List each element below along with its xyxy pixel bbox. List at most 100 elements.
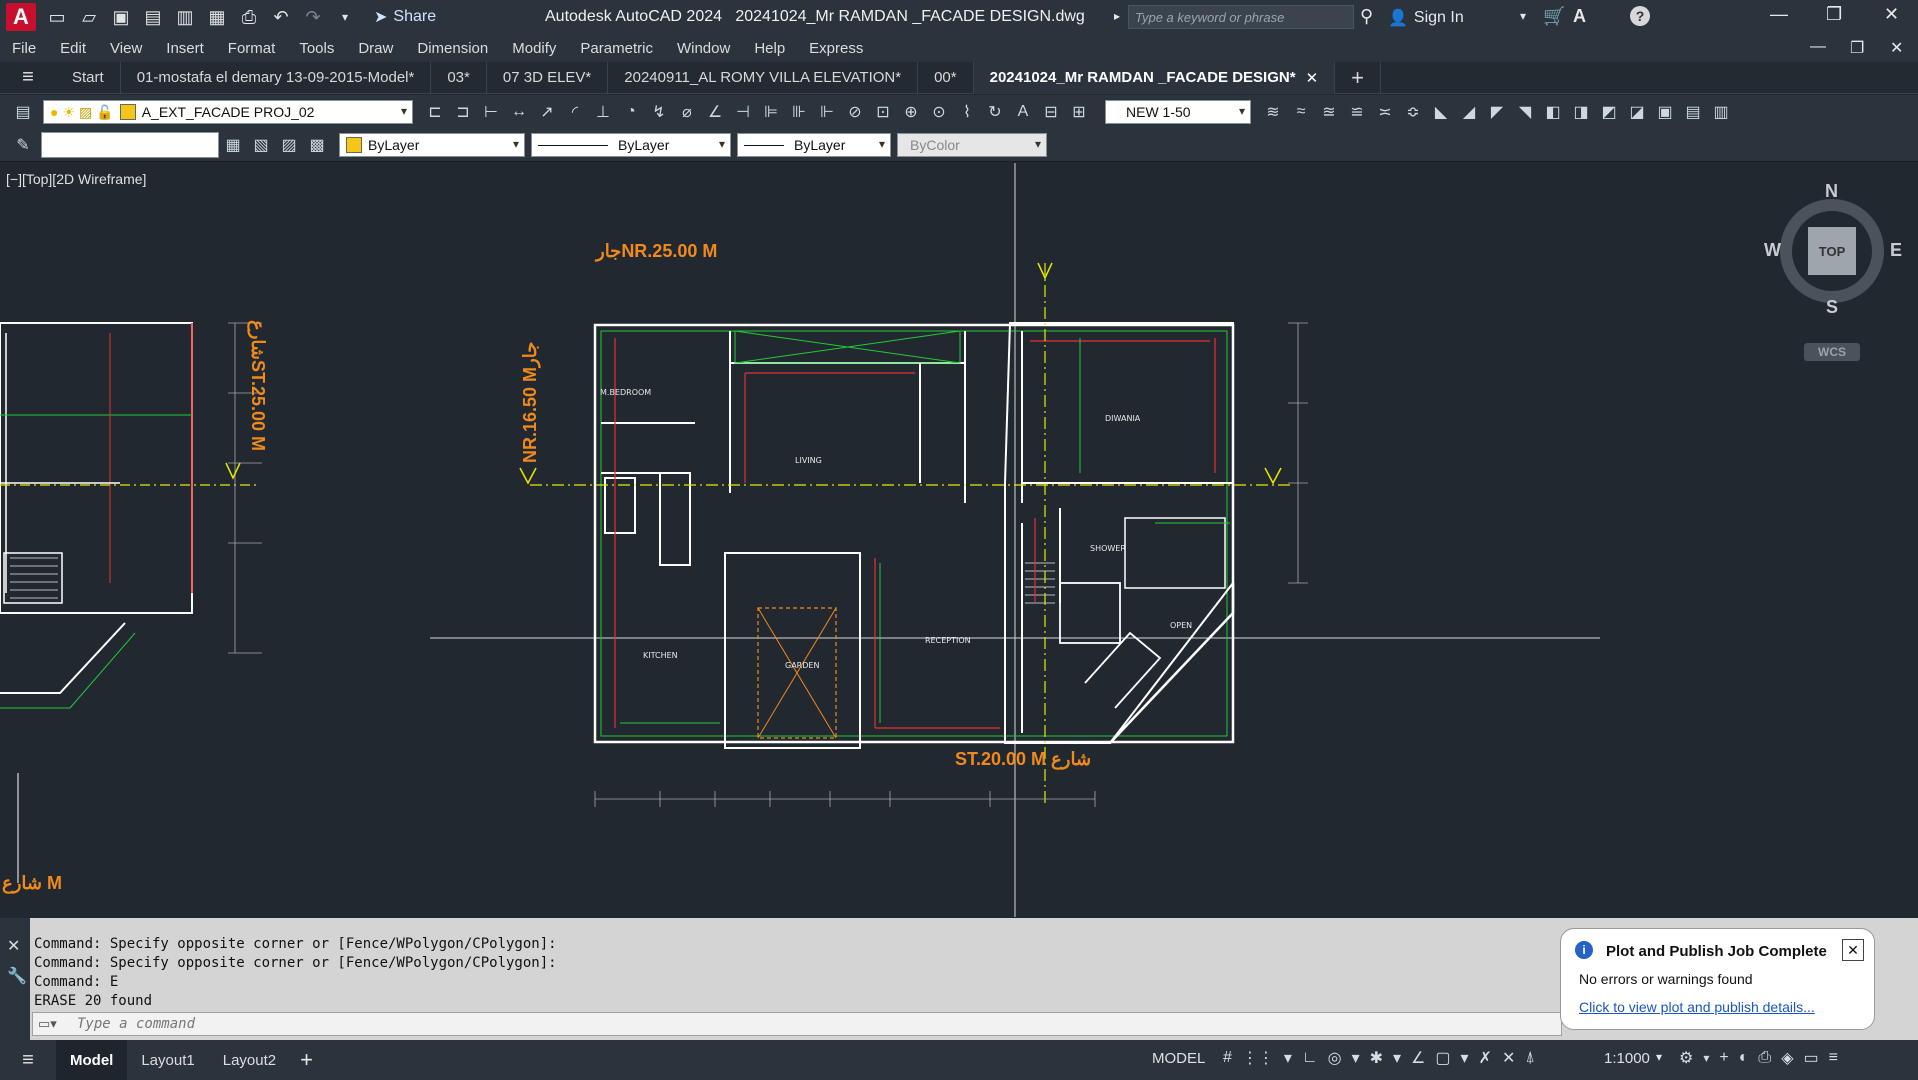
layer-dropdown[interactable]: ● ☀ ▨ 🔓 A_EXT_FACADE PROJ_02 ▾ (43, 100, 413, 124)
draw-order-back-icon[interactable]: ◩ (1598, 101, 1620, 123)
viewcube[interactable]: TOP N S E W (1764, 181, 1902, 318)
layout-tab[interactable]: Layout1 (127, 1040, 208, 1080)
layout-tab[interactable]: Model (56, 1040, 128, 1080)
jogged-linear-icon[interactable]: ⌇ (956, 101, 978, 123)
dim-style-icon[interactable]: A (1012, 101, 1034, 123)
file-tab[interactable]: 01-mostafa el demary 13-09-2015-Model* (121, 61, 432, 94)
layer-iso-icon[interactable]: ≊ (1318, 101, 1340, 123)
inspect-icon[interactable]: ⊙ (928, 101, 950, 123)
notification-details-link[interactable]: Click to view plot and publish details..… (1579, 999, 1815, 1015)
expand-arrow-icon[interactable]: ▸ (1114, 9, 1120, 23)
chevron-down-icon[interactable]: ▾ (1703, 1051, 1709, 1065)
layer-search-field[interactable] (41, 132, 219, 158)
customization-icon[interactable]: ≡ (1829, 1049, 1838, 1067)
copy-to-layer-icon[interactable]: ◥ (1514, 101, 1536, 123)
layer-isolate-icon[interactable]: ▧ (250, 134, 272, 156)
redo-icon[interactable]: ↷ (302, 6, 324, 28)
dim-override-icon[interactable]: ⊞ (1068, 101, 1090, 123)
clean-screen-icon[interactable]: ▭ (1804, 1048, 1819, 1068)
linear-dim-icon[interactable]: ↔ (508, 101, 530, 123)
command-input[interactable]: Type a command (32, 1012, 1562, 1036)
plus-icon[interactable]: + (1719, 1049, 1728, 1067)
linetype-dropdown[interactable]: ByLayer ▾ (531, 133, 731, 157)
layer-properties-icon[interactable]: ▤ (12, 101, 34, 123)
viewcube-top-face[interactable]: TOP (1808, 227, 1856, 275)
add-layout-icon[interactable]: + (300, 1047, 313, 1073)
undo-icon[interactable]: ↶ (270, 6, 292, 28)
restore-icon[interactable]: ❐ (1826, 4, 1842, 25)
layer-delete-icon[interactable]: ◢ (1458, 101, 1480, 123)
hatch-back-icon[interactable]: ▣ (1654, 101, 1676, 123)
hamburger-menu-icon[interactable]: ≡ (0, 66, 56, 89)
file-tab[interactable]: 20241024_Mr RAMDAN _FACADE DESIGN* ✕ (973, 61, 1336, 94)
layout-tab[interactable]: Layout2 (209, 1040, 290, 1080)
compass-west[interactable]: W (1764, 240, 1781, 261)
doc-minimize-icon[interactable]: — (1810, 38, 1826, 56)
menu-item-modify[interactable]: Modify (500, 40, 568, 57)
chevron-down-icon[interactable]: ▾ (1393, 1048, 1401, 1068)
file-tab[interactable]: 00* (918, 61, 974, 94)
ordinate-icon[interactable]: ⊥ (592, 101, 614, 123)
ortho-icon[interactable]: ∟ (1302, 1049, 1318, 1067)
match-properties-icon[interactable]: ✎ (12, 134, 34, 156)
menu-item-insert[interactable]: Insert (154, 40, 216, 57)
menu-item-draw[interactable]: Draw (346, 40, 405, 57)
help-icon[interactable]: ? (1630, 6, 1650, 26)
plot-status-icon[interactable]: ⎙ (1758, 1049, 1771, 1067)
baseline-icon[interactable]: ⊫ (760, 101, 782, 123)
wrench-icon[interactable]: 🔧 (7, 966, 27, 986)
layer-change-icon[interactable]: ◤ (1486, 101, 1508, 123)
close-icon[interactable]: ✕ (1842, 939, 1864, 961)
file-tab[interactable]: 03* (431, 61, 487, 94)
file-tab[interactable]: Start (56, 61, 121, 94)
make-current-icon[interactable]: ⊏ (424, 101, 446, 123)
layer-unlock-icon[interactable]: ≎ (1402, 101, 1424, 123)
isolate-objects-icon[interactable]: ◐ (1739, 1049, 1749, 1067)
isodraft-icon[interactable]: ✱ (1370, 1048, 1383, 1068)
layout-menu-icon[interactable]: ≡ (0, 1049, 56, 1072)
diameter-icon[interactable]: ⌀ (676, 101, 698, 123)
gear-icon[interactable]: ⚙ (1679, 1048, 1693, 1068)
layer-freeze-icon[interactable]: ≌ (1346, 101, 1368, 123)
new-tab-icon[interactable]: + (1335, 61, 1381, 94)
compass-east[interactable]: E (1890, 240, 1902, 261)
open-folder-icon[interactable]: ▱ (78, 6, 100, 28)
customize-dropdown-icon[interactable]: ▾ (334, 6, 356, 28)
text-front-icon[interactable]: ◪ (1626, 101, 1648, 123)
open-web-icon[interactable]: ▥ (174, 6, 196, 28)
chevron-down-icon[interactable]: ▾ (1461, 1048, 1469, 1068)
center-mark-icon[interactable]: ⊕ (900, 101, 922, 123)
save-icon[interactable]: ▣ (110, 6, 132, 28)
compass-south[interactable]: S (1826, 297, 1838, 318)
autodesk-app-icon[interactable]: A (1573, 6, 1586, 27)
close-tab-icon[interactable]: ✕ (1306, 69, 1319, 87)
graphics-perf-icon[interactable]: ◈ (1781, 1048, 1793, 1068)
menu-item-window[interactable]: Window (665, 40, 742, 57)
auto-scale-icon[interactable]: ✕ (1502, 1048, 1515, 1068)
layer-previous-icon[interactable]: ▩ (306, 134, 328, 156)
aligned-dim-icon[interactable]: ↗ (536, 101, 558, 123)
match-layer-icon[interactable]: ⊐ (452, 101, 474, 123)
menu-item-help[interactable]: Help (742, 40, 797, 57)
doc-close-icon[interactable]: ✕ (1890, 38, 1903, 58)
cart-icon[interactable]: 🛒 (1543, 6, 1565, 27)
plot-icon[interactable]: ⎙ (238, 6, 260, 28)
menu-item-parametric[interactable]: Parametric (568, 40, 665, 57)
sign-in-dropdown-icon[interactable]: ▾ (1520, 9, 1526, 23)
chevron-down-icon[interactable]: ▾ (1352, 1048, 1360, 1068)
annotation-monitor-icon[interactable]: ⍋ (1525, 1049, 1535, 1067)
dim-update-icon[interactable]: ↻ (984, 101, 1006, 123)
menu-item-tools[interactable]: Tools (287, 40, 346, 57)
menu-item-express[interactable]: Express (797, 40, 875, 57)
menu-item-dimension[interactable]: Dimension (405, 40, 500, 57)
lineweight-dropdown[interactable]: ByLayer ▾ (737, 133, 891, 157)
break-icon[interactable]: ⊘ (844, 101, 866, 123)
polar-icon[interactable]: ◎ (1328, 1048, 1342, 1068)
menu-item-edit[interactable]: Edit (48, 40, 98, 57)
quick-dim-icon[interactable]: ⊣ (732, 101, 754, 123)
search-icon[interactable]: ⚲ (1360, 6, 1373, 27)
minimize-icon[interactable]: — (1770, 4, 1788, 25)
jogged-icon[interactable]: ↯ (648, 101, 670, 123)
save-web-icon[interactable]: ▦ (206, 6, 228, 28)
space-icon[interactable]: ⊩ (816, 101, 838, 123)
